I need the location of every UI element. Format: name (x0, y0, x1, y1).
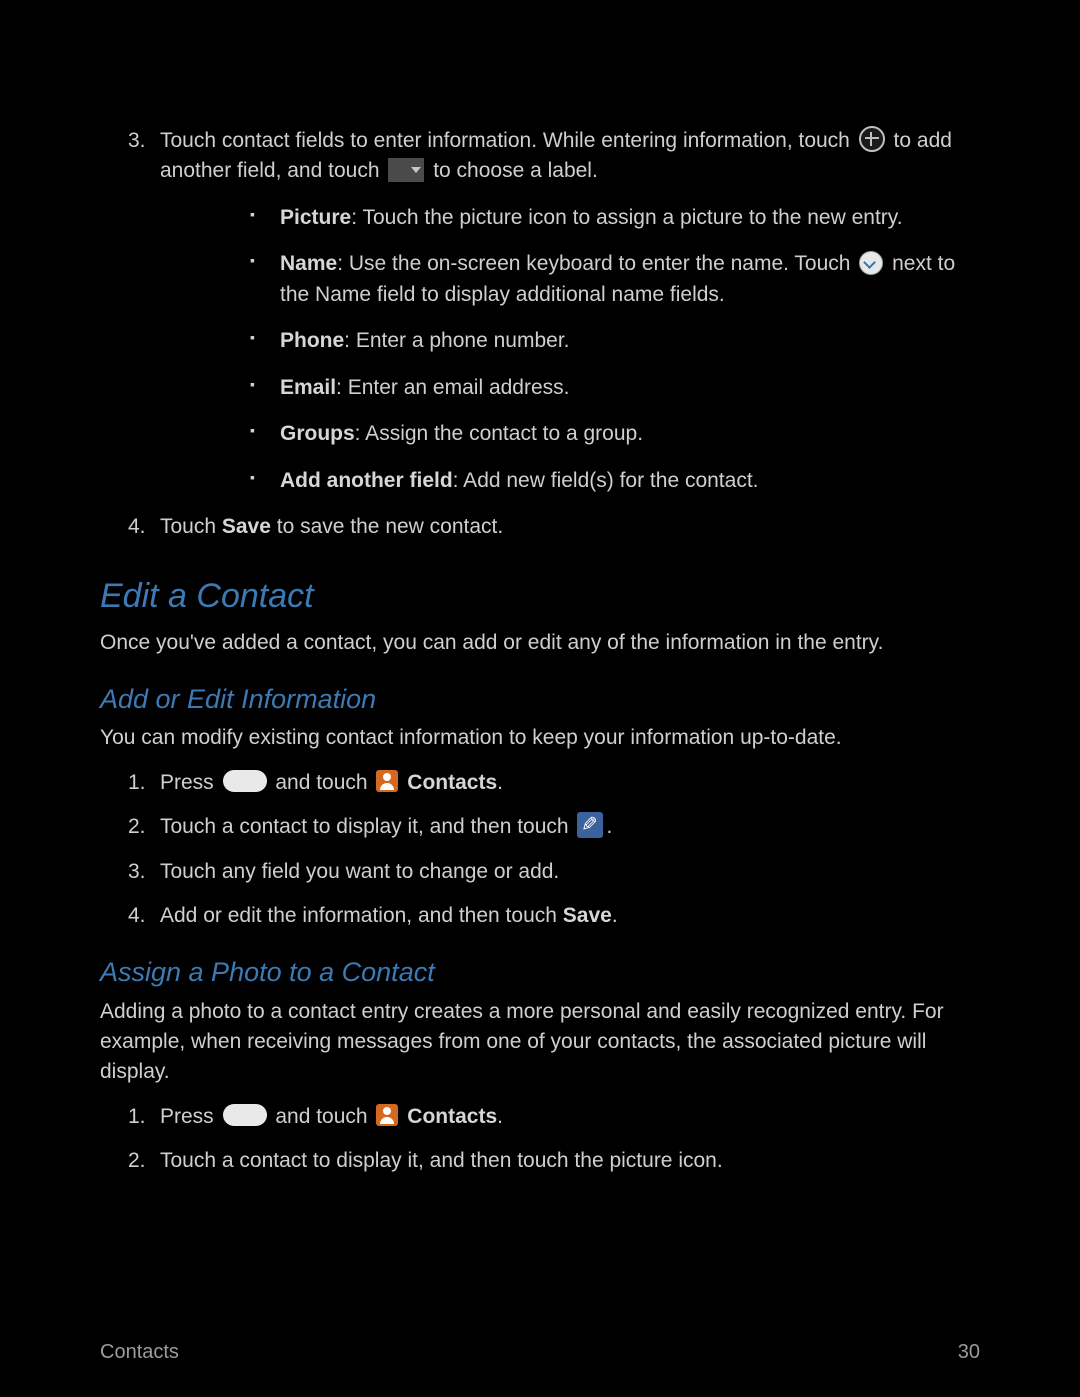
step-marker: 2. (128, 1146, 146, 1176)
contacts-app-icon (376, 770, 398, 792)
contacts-app-icon (376, 1104, 398, 1126)
addedit-s1-b: and touch (270, 771, 374, 794)
bullet-email: Email: Enter an email address. (160, 373, 980, 403)
home-key-icon (223, 770, 267, 792)
step-marker: 3. (128, 126, 146, 156)
step-marker: 3. (128, 857, 146, 887)
edit-icon (577, 812, 603, 838)
bullet-name-text-a: : Use the on-screen keyboard to enter th… (337, 252, 856, 275)
bullet-another-label: Add another field (280, 469, 453, 492)
step-marker: 1. (128, 768, 146, 798)
footer-page: 30 (958, 1338, 980, 1367)
label-spinner-icon (388, 158, 424, 182)
addedit-s2-b: . (606, 815, 612, 838)
addedit-intro: You can modify existing contact informat… (100, 723, 980, 753)
footer-section: Contacts (100, 1338, 179, 1367)
bullet-groups-text: : Assign the contact to a group. (355, 422, 643, 445)
create-contact-steps: 3. Touch contact fields to enter informa… (100, 126, 980, 542)
step-marker: 1. (128, 1102, 146, 1132)
photo-s1-bold: Contacts (407, 1105, 497, 1128)
step-marker: 2. (128, 812, 146, 842)
page-footer: Contacts 30 (100, 1338, 980, 1367)
addedit-step-1: 1. Press and touch Contacts. (100, 768, 980, 798)
bullet-phone-label: Phone (280, 329, 344, 352)
bullet-picture-label: Picture (280, 206, 351, 229)
step-marker: 4. (128, 901, 146, 931)
addedit-steps: 1. Press and touch Contacts. 2. Touch a … (100, 768, 980, 932)
photo-s1-a: Press (160, 1105, 220, 1128)
addedit-s1-a: Press (160, 771, 220, 794)
heading-add-edit-info: Add or Edit Information (100, 680, 980, 719)
step-4: 4. Touch Save to save the new contact. (100, 512, 980, 542)
step-3: 3. Touch contact fields to enter informa… (100, 126, 980, 496)
bullet-another-text: : Add new field(s) for the contact. (453, 469, 759, 492)
heading-edit-contact: Edit a Contact (100, 572, 980, 621)
addedit-step-3: 3. Touch any field you want to change or… (100, 857, 980, 887)
step-3-text-c: to choose a label. (433, 159, 598, 182)
addedit-s1-c: . (497, 771, 503, 794)
bullet-name-label: Name (280, 252, 337, 275)
addedit-s1-bold: Contacts (407, 771, 497, 794)
home-key-icon (223, 1104, 267, 1126)
bullet-phone-text: : Enter a phone number. (344, 329, 569, 352)
addedit-s4-a: Add or edit the information, and then to… (160, 904, 563, 927)
bullet-another: Add another field: Add new field(s) for … (160, 466, 980, 496)
field-bullets: Picture: Touch the picture icon to assig… (160, 203, 980, 496)
heading-assign-photo: Assign a Photo to a Contact (100, 953, 980, 992)
addedit-s2-a: Touch a contact to display it, and then … (160, 815, 574, 838)
bullet-phone: Phone: Enter a phone number. (160, 326, 980, 356)
bullet-email-text: : Enter an email address. (336, 376, 569, 399)
step-marker: 4. (128, 512, 146, 542)
photo-intro: Adding a photo to a contact entry create… (100, 997, 980, 1088)
photo-s2: Touch a contact to display it, and then … (160, 1149, 723, 1172)
step-4-text-b: to save the new contact. (271, 515, 503, 538)
photo-steps: 1. Press and touch Contacts. 2. Touch a … (100, 1102, 980, 1177)
photo-step-2: 2. Touch a contact to display it, and th… (100, 1146, 980, 1176)
bullet-picture: Picture: Touch the picture icon to assig… (160, 203, 980, 233)
addedit-step-2: 2. Touch a contact to display it, and th… (100, 812, 980, 842)
photo-step-1: 1. Press and touch Contacts. (100, 1102, 980, 1132)
step-4-bold: Save (222, 515, 271, 538)
bullet-groups-label: Groups (280, 422, 355, 445)
addedit-s4-bold: Save (563, 904, 612, 927)
edit-intro: Once you've added a contact, you can add… (100, 628, 980, 658)
expand-name-icon (859, 251, 883, 275)
bullet-groups: Groups: Assign the contact to a group. (160, 419, 980, 449)
bullet-name: Name: Use the on-screen keyboard to ente… (160, 249, 980, 310)
addedit-step-4: 4. Add or edit the information, and then… (100, 901, 980, 931)
bullet-email-label: Email (280, 376, 336, 399)
photo-s1-c: . (497, 1105, 503, 1128)
step-3-text-a: Touch contact fields to enter informatio… (160, 129, 856, 152)
page: 3. Touch contact fields to enter informa… (0, 0, 1080, 1397)
add-icon (859, 126, 885, 152)
addedit-s3: Touch any field you want to change or ad… (160, 860, 559, 883)
addedit-s4-b: . (612, 904, 618, 927)
bullet-picture-text: : Touch the picture icon to assign a pic… (351, 206, 902, 229)
step-4-text-a: Touch (160, 515, 222, 538)
photo-s1-b: and touch (270, 1105, 374, 1128)
